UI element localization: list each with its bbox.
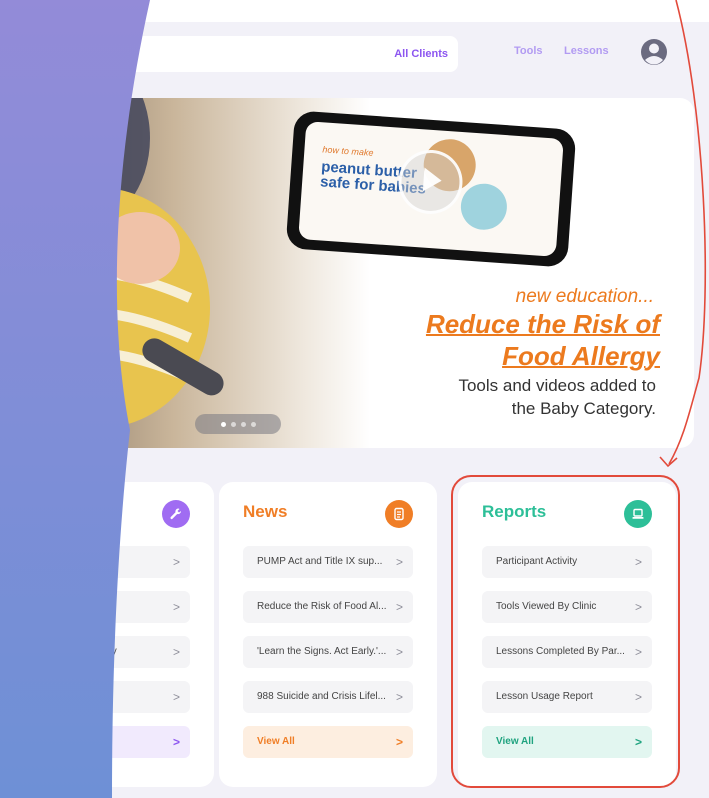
chevron-right-icon: > xyxy=(172,555,180,569)
carousel-dot[interactable] xyxy=(220,421,226,427)
chevron-right-icon: > xyxy=(395,645,403,659)
list-item[interactable]: Participant Activity > xyxy=(482,546,652,578)
chevron-right-icon: > xyxy=(395,600,403,614)
chevron-right-icon: > xyxy=(395,690,403,704)
list-item[interactable]: hooler > xyxy=(20,591,190,623)
video-thumbnail: how to make peanut butter safe for babie… xyxy=(298,121,564,257)
search-input[interactable] xyxy=(54,36,298,74)
list-item[interactable]: n > xyxy=(20,681,190,713)
list-item[interactable]: Lesson Usage Report > xyxy=(482,681,652,713)
promo-title[interactable]: Reduce the Risk of Food Allergy xyxy=(426,308,660,372)
list-item[interactable]: r > xyxy=(20,546,190,578)
chevron-right-icon: > xyxy=(172,735,180,749)
carousel-dot[interactable] xyxy=(250,421,256,427)
list-item[interactable]: ily Nutrition & Activity > xyxy=(20,636,190,668)
baby-bowl xyxy=(459,182,509,232)
promo-subtitle: new education... xyxy=(515,286,654,307)
chevron-right-icon: > xyxy=(634,735,642,749)
chevron-right-icon: > xyxy=(172,600,180,614)
chevron-right-icon: > xyxy=(634,600,642,614)
chevron-right-icon: > xyxy=(172,690,180,704)
chevron-right-icon: > xyxy=(395,555,403,569)
account-circle-icon[interactable] xyxy=(640,38,668,66)
app-window: All Clients Tools Lessons how to make xyxy=(20,22,709,798)
tools-card: r > hooler > ily Nutrition & Activity > … xyxy=(20,482,214,787)
chevron-right-icon: > xyxy=(634,690,642,704)
card-title: News xyxy=(243,502,288,521)
view-all-button[interactable]: View All > xyxy=(482,726,652,758)
promo-banner[interactable]: how to make peanut butter safe for babie… xyxy=(40,98,694,448)
news-card: News PUMP Act and Title IX sup... > Redu… xyxy=(219,482,437,787)
search-bar: All Clients xyxy=(40,36,458,74)
chevron-right-icon: > xyxy=(634,645,642,659)
card-title: Reports xyxy=(482,502,547,521)
document-icon[interactable] xyxy=(385,500,413,528)
list-item[interactable]: PUMP Act and Title IX sup... > xyxy=(243,546,413,578)
nav-lessons-link[interactable]: Lessons xyxy=(564,45,609,57)
list-item[interactable]: 988 Suicide and Crisis Lifel... > xyxy=(243,681,413,713)
chevron-right-icon: > xyxy=(395,735,403,749)
list-item[interactable]: Lessons Completed By Par... > xyxy=(482,636,652,668)
chevron-right-icon: > xyxy=(172,645,180,659)
wrench-icon[interactable] xyxy=(162,500,190,528)
carousel-dot[interactable] xyxy=(240,421,246,427)
laptop-icon[interactable] xyxy=(624,500,652,528)
video-phone[interactable]: how to make peanut butter safe for babie… xyxy=(285,110,577,268)
carousel-indicator xyxy=(195,414,281,434)
reports-card: Reports Participant Activity > Tools Vie… xyxy=(458,482,676,787)
list-item[interactable]: Tools Viewed By Clinic > xyxy=(482,591,652,623)
view-all-button[interactable]: View All > xyxy=(243,726,413,758)
nav-tools-link[interactable]: Tools xyxy=(514,45,543,57)
promo-body: Tools and videos added to the Baby Categ… xyxy=(458,376,656,418)
list-item[interactable]: Reduce the Risk of Food Al... > xyxy=(243,591,413,623)
carousel-dot[interactable] xyxy=(230,421,236,427)
list-item[interactable]: 'Learn the Signs. Act Early.'... > xyxy=(243,636,413,668)
view-all-button[interactable]: ew All > xyxy=(20,726,190,758)
all-clients-dropdown[interactable]: All Clients xyxy=(394,36,448,72)
chevron-right-icon: > xyxy=(634,555,642,569)
